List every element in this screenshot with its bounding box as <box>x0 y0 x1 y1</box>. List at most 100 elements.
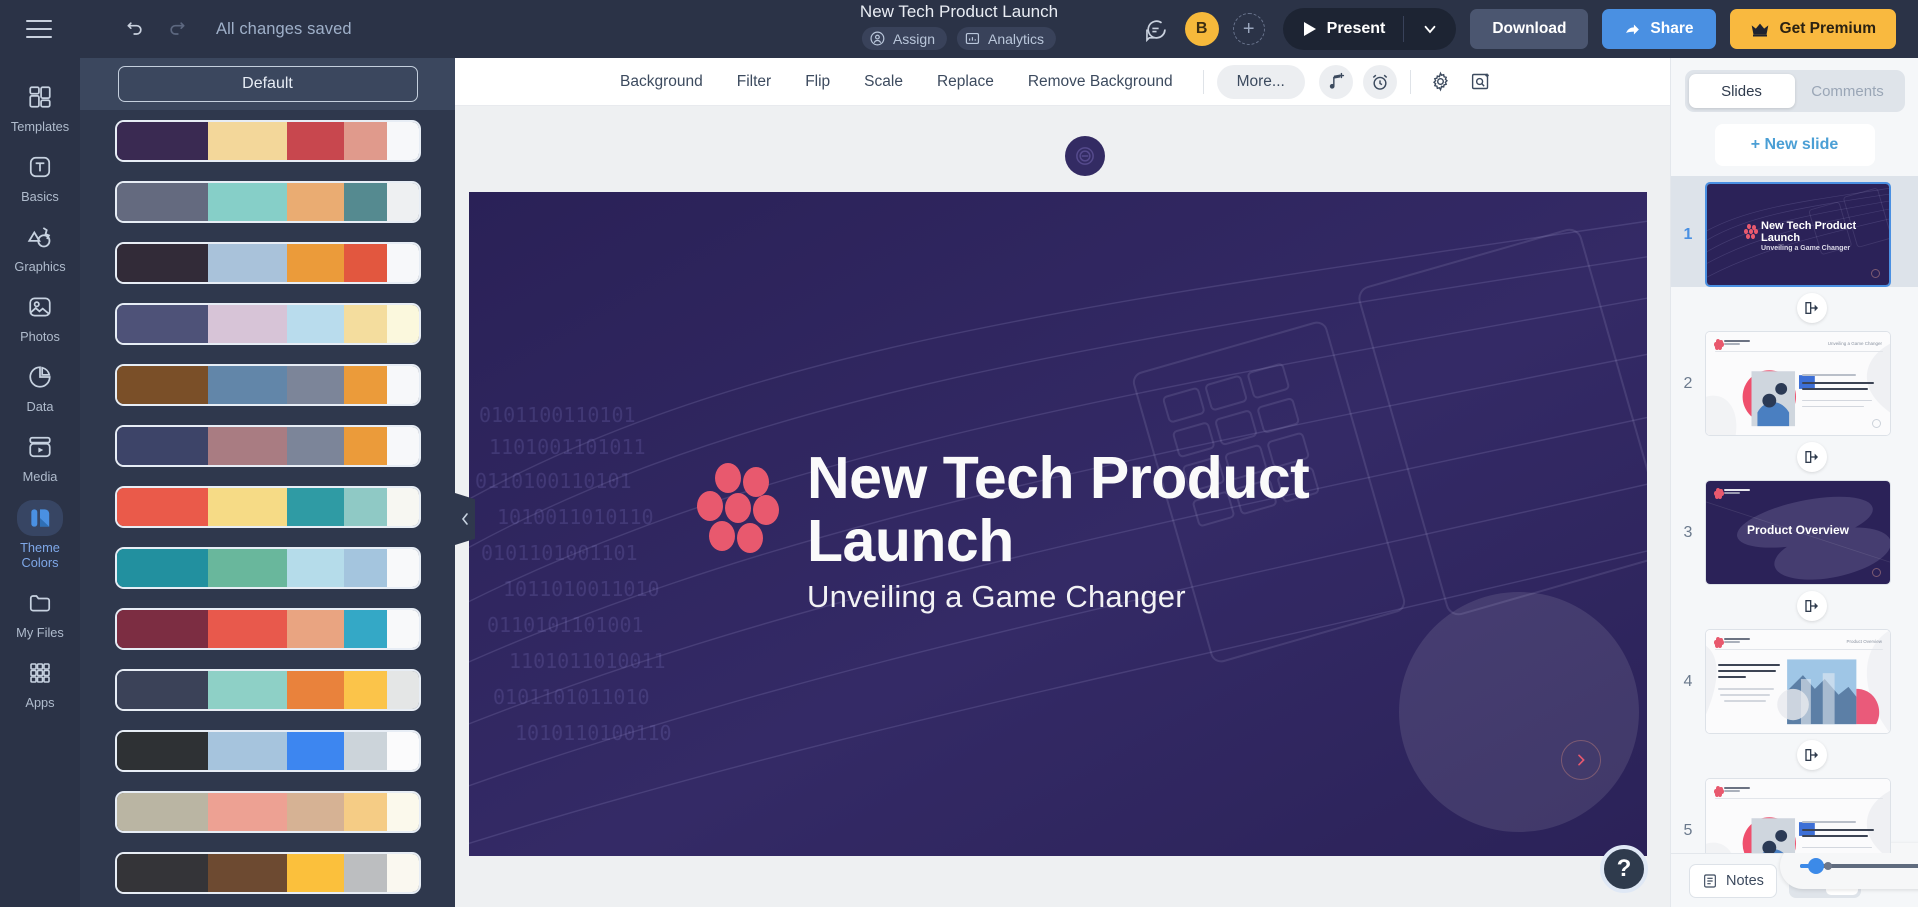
slide-thumbnail[interactable]: Unveiling a Game Changer <box>1705 331 1891 436</box>
analytics-button[interactable]: Analytics <box>956 27 1057 50</box>
new-slide-button[interactable]: + New slide <box>1714 124 1875 166</box>
notes-button[interactable]: Notes <box>1689 863 1777 898</box>
palette-swatch-row[interactable] <box>116 122 419 160</box>
palette-swatch-row[interactable] <box>116 793 419 831</box>
insert-slide-icon[interactable] <box>1796 591 1827 621</box>
sidebar-item-graphics[interactable]: Graphics <box>2 210 78 280</box>
chevron-down-icon[interactable] <box>1404 8 1456 50</box>
palette-color <box>286 488 344 526</box>
insert-slide-icon[interactable] <box>1796 740 1827 770</box>
palette-color <box>386 366 419 404</box>
palette-color <box>343 488 387 526</box>
zoom-slider-knob[interactable] <box>1808 858 1824 874</box>
palette-color <box>286 549 344 587</box>
hamburger-icon[interactable] <box>26 20 52 38</box>
get-premium-button[interactable]: Get Premium <box>1729 9 1896 49</box>
toolbar-background[interactable]: Background <box>603 65 720 99</box>
find-image-icon[interactable] <box>1464 65 1498 99</box>
download-button[interactable]: Download <box>1470 9 1589 49</box>
comment-icon[interactable] <box>1141 14 1171 44</box>
slide-thumbnail[interactable]: New Tech Product Launch Unveiling a Game… <box>1705 182 1891 287</box>
sidebar-item-theme-colors[interactable]: Theme Colors <box>2 491 78 576</box>
slides-list[interactable]: 1 New Tech Product Launch Unveiling a Ga… <box>1671 166 1918 853</box>
palette-swatch-row[interactable] <box>116 427 419 465</box>
zoom-slider[interactable] <box>1800 858 1918 874</box>
palette-swatch-row[interactable] <box>116 549 419 587</box>
slide-text-block[interactable]: New Tech Product Launch Unveiling a Game… <box>691 446 1310 615</box>
page-title[interactable]: New Tech Product Launch <box>860 2 1058 22</box>
graphics-icon <box>17 219 63 255</box>
slide-thumbnail[interactable]: Product Overview <box>1705 629 1891 734</box>
tab-comments[interactable]: Comments <box>1795 74 1901 108</box>
palette-swatch-row[interactable] <box>116 244 419 282</box>
sidebar-item-my-files[interactable]: My Files <box>2 576 78 646</box>
theme-colors-panel: Default <box>80 58 543 907</box>
toolbar-scale[interactable]: Scale <box>847 65 920 99</box>
palette-color <box>386 305 419 343</box>
sidebar-item-basics[interactable]: Basics <box>2 140 78 210</box>
palette-swatch-row[interactable] <box>116 732 419 770</box>
palette-color <box>286 854 344 892</box>
chevron-right-icon[interactable] <box>1561 740 1601 780</box>
slide-thumbnail-row[interactable]: 3 Product Overview <box>1671 474 1918 585</box>
toolbar-remove-background[interactable]: Remove Background <box>1011 65 1190 99</box>
palette-swatch-row[interactable] <box>116 610 419 648</box>
gear-icon[interactable] <box>1424 65 1458 99</box>
slide-thumbnail-row[interactable]: 4 Product Overview <box>1671 623 1918 734</box>
palette-color <box>116 732 208 770</box>
palette-color <box>286 366 344 404</box>
sidebar-item-label: My Files <box>16 624 64 640</box>
undo-icon[interactable] <box>124 18 146 40</box>
sidebar-item-label: Media <box>22 469 58 485</box>
present-button[interactable]: Present <box>1283 8 1404 50</box>
slide-title[interactable]: New Tech Product Launch <box>807 446 1310 573</box>
toolbar-replace[interactable]: Replace <box>920 65 1011 99</box>
assign-button[interactable]: Assign <box>861 27 947 50</box>
palette-color <box>207 427 287 465</box>
sidebar-item-apps[interactable]: Apps <box>2 646 78 716</box>
insert-slide-icon[interactable] <box>1796 293 1827 323</box>
canvas-area[interactable]: 0101100110101 1101001101011 011010011010… <box>455 106 1918 907</box>
tab-slides[interactable]: Slides <box>1688 74 1795 108</box>
add-music-icon[interactable] <box>1318 64 1353 99</box>
slide-thumbnail-row[interactable]: 2 Unveiling a Game Changer <box>1671 325 1918 436</box>
palette-list[interactable] <box>80 110 455 907</box>
palette-color <box>207 549 287 587</box>
avatar[interactable]: B <box>1184 12 1219 46</box>
sidebar-item-data[interactable]: Data <box>2 350 78 420</box>
slide-canvas[interactable]: 0101100110101 1101001101011 011010011010… <box>469 192 1647 856</box>
palette-color <box>116 671 208 709</box>
sidebar-item-photos[interactable]: Photos <box>2 280 78 350</box>
sidebar-item-label: Theme Colors <box>20 539 60 570</box>
sidebar-item-media[interactable]: Media <box>2 420 78 490</box>
slide-number: 3 <box>1683 523 1693 541</box>
palette-swatch-row[interactable] <box>116 854 419 892</box>
palette-color <box>386 549 419 587</box>
add-user-icon[interactable]: + <box>1232 13 1265 45</box>
sidebar-item-templates[interactable]: Templates <box>2 70 78 140</box>
palette-color <box>286 244 344 282</box>
collapse-panel-button[interactable] <box>455 493 475 545</box>
palette-swatch-row[interactable] <box>116 183 419 221</box>
insert-slide-icon[interactable] <box>1796 442 1827 472</box>
slide-thumbnail[interactable]: Product Overview <box>1705 480 1891 585</box>
palette-color <box>207 793 287 831</box>
slide-thumbnail-row[interactable]: 5 <box>1671 772 1918 853</box>
slide-thumbnail-row[interactable]: 1 New Tech Product Launch Unveiling a Ga… <box>1671 176 1918 287</box>
palette-swatch-row[interactable] <box>116 488 419 526</box>
toolbar-flip[interactable]: Flip <box>788 65 847 99</box>
palette-swatch-row[interactable] <box>116 305 419 343</box>
palette-swatch-row[interactable] <box>116 366 419 404</box>
help-button[interactable]: ? <box>1600 845 1648 893</box>
toolbar-more-button[interactable]: More... <box>1216 64 1305 99</box>
share-button[interactable]: Share <box>1602 9 1716 49</box>
alarm-clock-icon[interactable] <box>1362 64 1397 99</box>
svg-text:0101101011010: 0101101011010 <box>493 685 650 709</box>
toolbar-filter[interactable]: Filter <box>720 65 788 99</box>
slide-subtitle[interactable]: Unveiling a Game Changer <box>807 579 1309 615</box>
palette-swatch-row[interactable] <box>116 671 419 709</box>
redo-icon[interactable] <box>166 18 188 40</box>
default-theme-button[interactable]: Default <box>117 66 418 102</box>
slide-thumbnail[interactable] <box>1705 778 1891 853</box>
palette-color <box>386 427 419 465</box>
